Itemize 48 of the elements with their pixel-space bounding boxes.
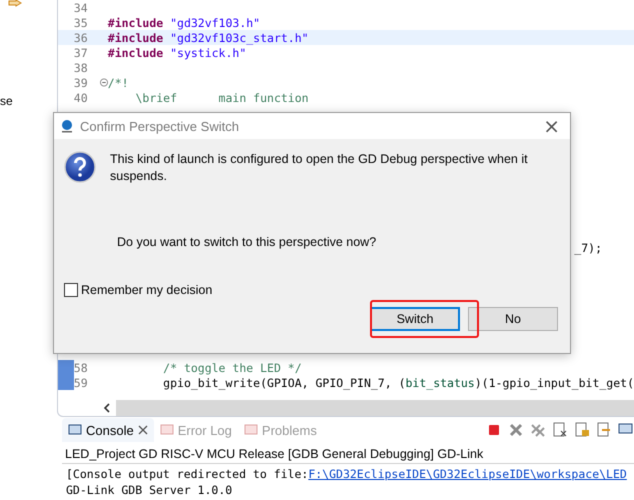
code-text: \brief main function (134, 90, 309, 104)
stop-icon[interactable] (486, 422, 502, 438)
code-text: _7); (574, 240, 602, 254)
line-number: 37 (74, 46, 89, 60)
line-number: 38 (74, 60, 89, 74)
clear-console-icon[interactable] (552, 422, 568, 438)
question-icon (64, 151, 96, 183)
dialog-question: Do you want to switch to this perspective now? (117, 235, 378, 249)
remove-icon[interactable] (508, 422, 524, 438)
lock-icon[interactable] (574, 422, 590, 438)
console-heading: LED_Project GD RISC-V MCU Release [GDB General Debugging] GD-Link (64, 446, 484, 463)
remove-all-icon[interactable] (530, 422, 546, 438)
console-line: [Console output redirected to file:F:\GD32EclipseIDE\GD32EclipseIDE\workspace\LED (66, 466, 628, 482)
annotation-marker (58, 375, 74, 390)
line-number: 39 (74, 76, 89, 90)
line-number: 35 (74, 16, 89, 30)
side-panel-text: se (0, 94, 14, 108)
close-button[interactable]: × (539, 114, 564, 138)
dialog-button[interactable]: Switch (370, 307, 460, 331)
line-number: 58 (74, 360, 89, 374)
code-text: /* toggle the LED */ (162, 360, 302, 374)
view-icon (244, 423, 258, 437)
file-link[interactable]: F:\GD32EclipseIDE\GD32EclipseIDE\workspace\LED (308, 467, 627, 481)
line-number: 40 (74, 90, 89, 104)
horizontal-scrollbar[interactable] (98, 400, 634, 416)
close-icon[interactable] (138, 425, 148, 435)
code-text: #include "gd32vf103.h" (108, 16, 260, 30)
code-text: gpio_bit_write(GPIOA, GPIO_PIN_7, (bit_status)(1-gpio_input_bit_get( (162, 376, 634, 390)
console-line: GD-Link GDB Server 1.0.0 (66, 482, 234, 498)
collapse-icon[interactable] (100, 78, 108, 87)
document-icon[interactable] (596, 422, 612, 438)
code-text: /*! (108, 76, 129, 90)
dialog-message: This kind of launch is configured to open the GD Debug perspective when it suspends. (110, 151, 529, 185)
app-logo-icon (60, 119, 74, 133)
line-number: 59 (74, 376, 89, 390)
view-tab[interactable]: Console (62, 418, 154, 442)
scroll-left-icon[interactable] (102, 403, 111, 413)
line-number: 34 (74, 0, 89, 14)
view-icon (160, 423, 174, 437)
arrow-icon (8, 0, 22, 8)
view-icon (68, 423, 82, 437)
remember-checkbox[interactable]: Remember my decision (64, 283, 560, 297)
code-text: #include "gd32vf103c_start.h" (108, 30, 309, 44)
line-number: 36 (74, 30, 89, 44)
dialog-button[interactable]: No (468, 307, 558, 331)
annotation-marker (58, 360, 74, 375)
code-text: #include "systick.h" (108, 46, 246, 60)
dialog-title: Confirm Perspective Switch (80, 118, 239, 134)
